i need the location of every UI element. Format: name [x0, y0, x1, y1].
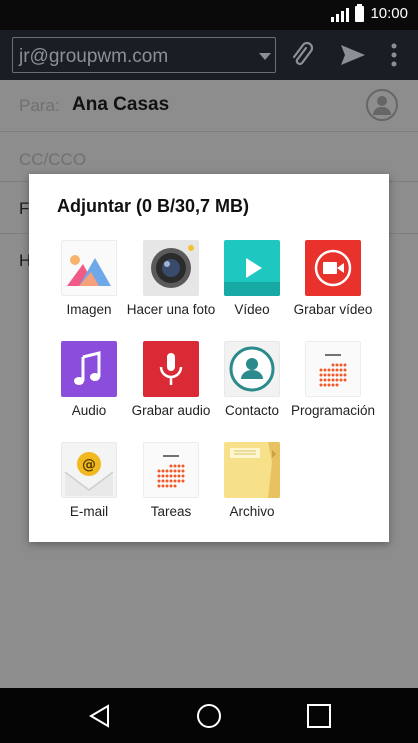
microphone-icon: [143, 341, 199, 397]
folder-icon: [224, 442, 280, 498]
attach-contact-label: Contacto: [224, 403, 280, 418]
tasks-icon: [143, 442, 199, 498]
attach-record-audio-label: Grabar audio: [131, 403, 211, 418]
compose-toolbar: jr@groupwm.com: [0, 30, 418, 80]
video-icon: [224, 240, 280, 296]
record-video-icon: [305, 240, 361, 296]
attach-schedule-label: Programación: [290, 403, 376, 418]
dropdown-caret-icon: [259, 53, 271, 60]
battery-icon: [355, 3, 365, 22]
music-icon: [61, 341, 117, 397]
recent-apps-icon[interactable]: [305, 702, 333, 730]
send-icon[interactable]: [338, 40, 368, 70]
add-contact-icon[interactable]: [366, 89, 398, 121]
attach-image-label: Imagen: [66, 302, 112, 317]
svg-text:@: @: [82, 457, 96, 473]
to-row[interactable]: Para: Ana Casas: [0, 80, 418, 132]
account-dropdown[interactable]: jr@groupwm.com: [12, 37, 276, 73]
navigation-bar: [0, 688, 418, 743]
signal-icon: [331, 6, 350, 22]
attach-file-label: Archivo: [229, 504, 275, 519]
attach-icon[interactable]: [286, 40, 316, 70]
attach-tasks-label: Tareas: [150, 504, 192, 519]
attach-record-video-label: Grabar vídeo: [293, 302, 373, 317]
contact-icon: [224, 341, 280, 397]
more-options-icon[interactable]: [384, 40, 404, 70]
home-icon[interactable]: [195, 702, 223, 730]
dialog-title: Adjuntar (0 B/30,7 MB): [57, 196, 250, 216]
account-value: jr@groupwm.com: [19, 46, 169, 67]
attach-dialog: Adjuntar (0 B/30,7 MB) Imagen Hacer una …: [29, 174, 389, 542]
clock: 10:00: [370, 5, 408, 22]
attach-video-label: Vídeo: [234, 302, 270, 317]
calendar-icon: [305, 341, 361, 397]
attach-audio-label: Audio: [71, 403, 107, 418]
to-label: Para:: [19, 96, 60, 115]
attach-email-label: E-mail: [69, 504, 109, 519]
cc-label: CC/CCO: [19, 150, 87, 169]
status-bar: 10:00: [0, 0, 418, 30]
subject-text: F: [19, 199, 30, 218]
recipient-name: Ana Casas: [72, 94, 170, 115]
gallery-icon: [61, 240, 117, 296]
back-icon[interactable]: [86, 702, 114, 730]
camera-icon: [143, 240, 199, 296]
email-icon: @: [61, 442, 117, 498]
attach-take-photo-label: Hacer una foto: [126, 302, 216, 317]
